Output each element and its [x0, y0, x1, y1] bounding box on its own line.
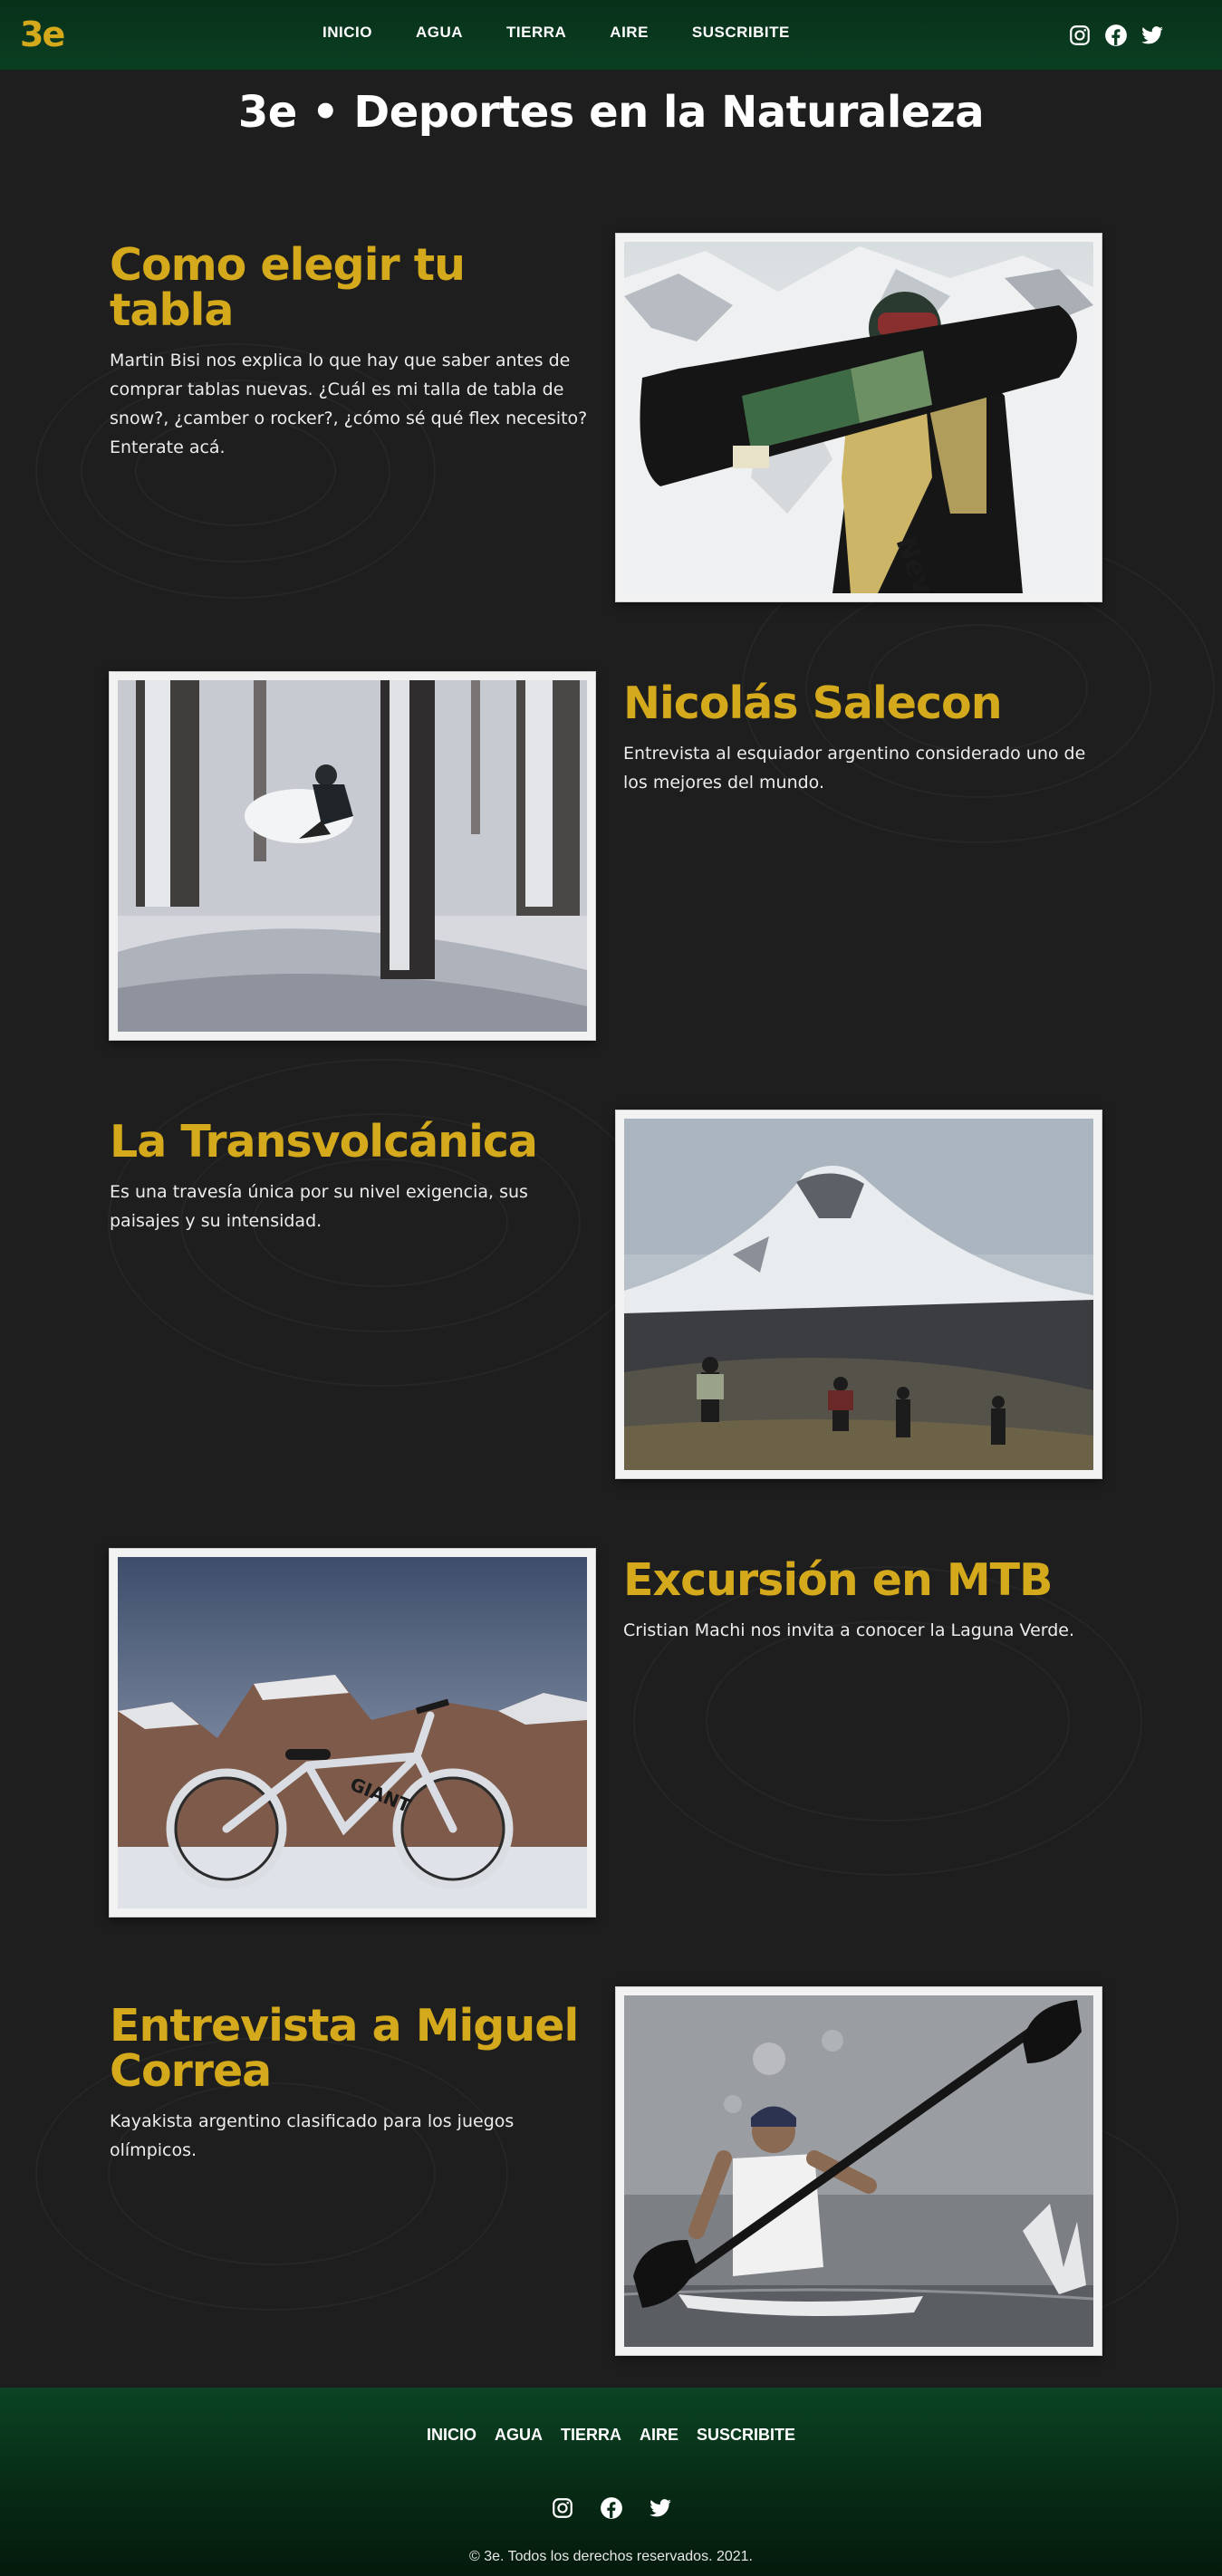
footer-nav-item-aire[interactable]: AIRE — [640, 2426, 678, 2445]
footer-social-links — [0, 2496, 1222, 2520]
article-title[interactable]: Nicolás Salecon — [623, 681, 1103, 726]
footer-nav-item-agua[interactable]: AGUA — [495, 2426, 543, 2445]
kayaker-paddling-photo[interactable] — [616, 1987, 1102, 2355]
facebook-icon[interactable] — [1104, 24, 1128, 47]
article-description: Entrevista al esquiador argentino consid… — [623, 744, 1086, 793]
article-title[interactable]: La Transvolcánica — [110, 1120, 590, 1165]
nav-item-aire[interactable]: AIRE — [610, 24, 649, 47]
article-title[interactable]: Excursión en MTB — [623, 1558, 1103, 1603]
instagram-icon[interactable] — [1068, 24, 1092, 47]
article-text: Como elegir tu tabla Martin Bisi nos exp… — [110, 243, 590, 462]
site-logo[interactable]: 3e — [20, 14, 74, 54]
facebook-icon[interactable] — [600, 2496, 623, 2520]
logo-text: 3e — [20, 14, 65, 54]
article-description: Martin Bisi nos explica lo que hay que s… — [110, 351, 588, 457]
article-text: Excursión en MTB Cristian Machi nos invi… — [623, 1558, 1103, 1645]
instagram-icon[interactable] — [551, 2496, 574, 2520]
article-text: Nicolás Salecon Entrevista al esquiador … — [623, 681, 1103, 797]
footer-nav: INICIO AGUA TIERRA AIRE SUSCRIBITE — [0, 2426, 1222, 2445]
article-description: Kayakista argentino clasificado para los… — [110, 2111, 515, 2160]
footer-nav-item-tierra[interactable]: TIERRA — [561, 2426, 621, 2445]
header-social-links — [1068, 24, 1164, 47]
hikers-and-volcano-photo[interactable] — [616, 1110, 1102, 1478]
twitter-icon[interactable] — [1140, 24, 1164, 47]
copyright-text: © 3e. Todos los derechos reservados. 202… — [468, 2549, 753, 2564]
footer-nav-item-suscribite[interactable]: SUSCRIBITE — [697, 2426, 795, 2445]
main-nav: INICIO AGUA TIERRA AIRE SUSCRIBITE — [322, 24, 833, 47]
nav-item-agua[interactable]: AGUA — [416, 24, 463, 47]
skier-in-snowy-forest-photo[interactable] — [110, 672, 595, 1040]
nav-item-inicio[interactable]: INICIO — [322, 24, 372, 47]
article-title[interactable]: Como elegir tu tabla — [110, 243, 590, 333]
article-title[interactable]: Entrevista a Miguel Correa — [110, 2004, 590, 2094]
article-description: Cristian Machi nos invita a conocer la L… — [623, 1620, 1075, 1640]
nav-item-tierra[interactable]: TIERRA — [506, 24, 566, 47]
site-footer: INICIO AGUA TIERRA AIRE SUSCRIBITE © 3e.… — [0, 2388, 1222, 2576]
article-text: La Transvolcánica Es una travesía única … — [110, 1120, 590, 1235]
footer-nav-item-inicio[interactable]: INICIO — [427, 2426, 476, 2445]
article-description: Es una travesía única por su nivel exige… — [110, 1182, 528, 1231]
twitter-icon[interactable] — [649, 2496, 672, 2520]
mountain-bike-in-snow-photo[interactable]: GIANT — [110, 1549, 595, 1917]
nav-item-suscribite[interactable]: SUSCRIBITE — [692, 24, 790, 47]
article-text: Entrevista a Miguel Correa Kayakista arg… — [110, 2004, 590, 2165]
top-navbar: 3e INICIO AGUA TIERRA AIRE SUSCRIBITE — [0, 0, 1222, 70]
snowboarder-holding-board-photo[interactable]: Never — [616, 234, 1102, 601]
page-title: 3e • Deportes en la Naturaleza — [237, 87, 985, 138]
